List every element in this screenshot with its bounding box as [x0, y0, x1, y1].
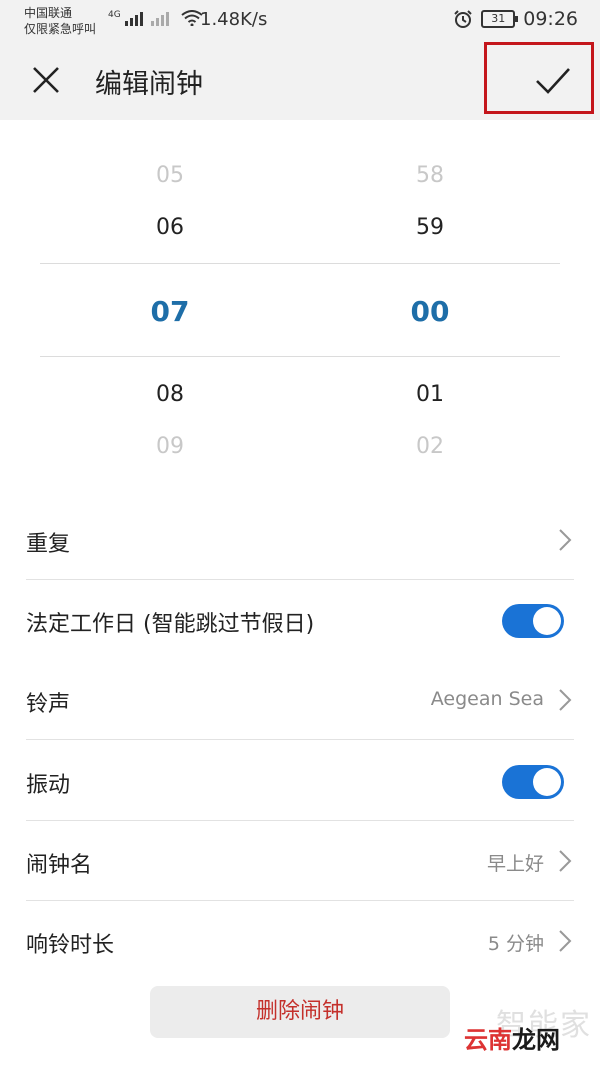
minute-option[interactable]: 01: [370, 382, 490, 407]
check-icon[interactable]: [534, 64, 572, 98]
ringtone-value: Aegean Sea: [430, 688, 544, 710]
app-header: 编辑闹钟: [0, 40, 600, 120]
minute-option[interactable]: 58: [370, 163, 490, 188]
minute-selected[interactable]: 00: [370, 295, 490, 328]
carrier-info: 中国联通 仅限紧急呼叫: [24, 5, 96, 37]
chevron-right-icon: [559, 930, 572, 952]
watermark-part2: 龙网: [512, 1026, 560, 1054]
picker-divider-top: [40, 263, 560, 264]
setting-label: 振动: [26, 773, 71, 798]
signal-icon: [124, 10, 143, 26]
time-picker[interactable]: 05 06 07 08 09 58 59 00 01 02: [0, 120, 600, 480]
delete-alarm-button[interactable]: 删除闹钟: [150, 986, 450, 1038]
hour-option[interactable]: 09: [110, 434, 230, 459]
battery-icon: 31: [481, 10, 519, 28]
picker-divider-bottom: [40, 356, 560, 357]
hour-option[interactable]: 05: [110, 163, 230, 188]
setting-repeat[interactable]: 重复: [26, 500, 574, 580]
hour-option[interactable]: 08: [110, 382, 230, 407]
vibrate-toggle[interactable]: [502, 765, 564, 799]
watermark-logo: 云南龙网: [464, 1020, 560, 1055]
setting-alarm-name[interactable]: 闹钟名 早上好: [26, 821, 574, 901]
close-icon[interactable]: [28, 62, 64, 98]
chevron-right-icon: [559, 529, 572, 551]
network-icons: 4G: [108, 10, 203, 26]
emergency-only-text: 仅限紧急呼叫: [24, 22, 97, 36]
workday-toggle[interactable]: [502, 604, 564, 638]
signal-icon-2: [150, 10, 169, 26]
watermark-part1: 云南: [464, 1026, 512, 1054]
row-divider: [26, 739, 574, 740]
setting-vibrate[interactable]: 振动: [26, 741, 574, 821]
setting-ringtone[interactable]: 铃声 Aegean Sea: [26, 660, 574, 740]
setting-ring-duration[interactable]: 响铃时长 5 分钟: [26, 901, 574, 981]
alarm-name-value: 早上好: [486, 853, 544, 875]
hour-selected[interactable]: 07: [110, 295, 230, 328]
toggle-knob: [533, 607, 561, 635]
ring-duration-value: 5 分钟: [487, 933, 544, 955]
setting-label: 重复: [26, 532, 71, 557]
status-bar: 中国联通 仅限紧急呼叫 4G 1.48K/s 31 09:26: [0, 0, 600, 40]
minute-option[interactable]: 02: [370, 434, 490, 459]
network-speed: 1.48K/s: [200, 9, 268, 30]
setting-label: 响铃时长: [26, 933, 115, 958]
network-type: 4G: [108, 10, 121, 20]
status-time: 09:26: [523, 8, 578, 30]
minute-option[interactable]: 59: [370, 215, 490, 240]
setting-label: 闹钟名: [26, 853, 93, 878]
page-title: 编辑闹钟: [95, 69, 203, 100]
setting-label: 铃声: [26, 692, 71, 717]
hour-option[interactable]: 06: [110, 215, 230, 240]
setting-workday[interactable]: 法定工作日 (智能跳过节假日): [26, 580, 574, 660]
alarm-icon: [454, 10, 472, 28]
setting-label: 法定工作日 (智能跳过节假日): [26, 612, 315, 637]
chevron-right-icon: [559, 850, 572, 872]
chevron-right-icon: [559, 689, 572, 711]
toggle-knob: [533, 768, 561, 796]
carrier-name: 中国联通: [24, 6, 73, 20]
status-right: 31 09:26: [453, 8, 578, 30]
